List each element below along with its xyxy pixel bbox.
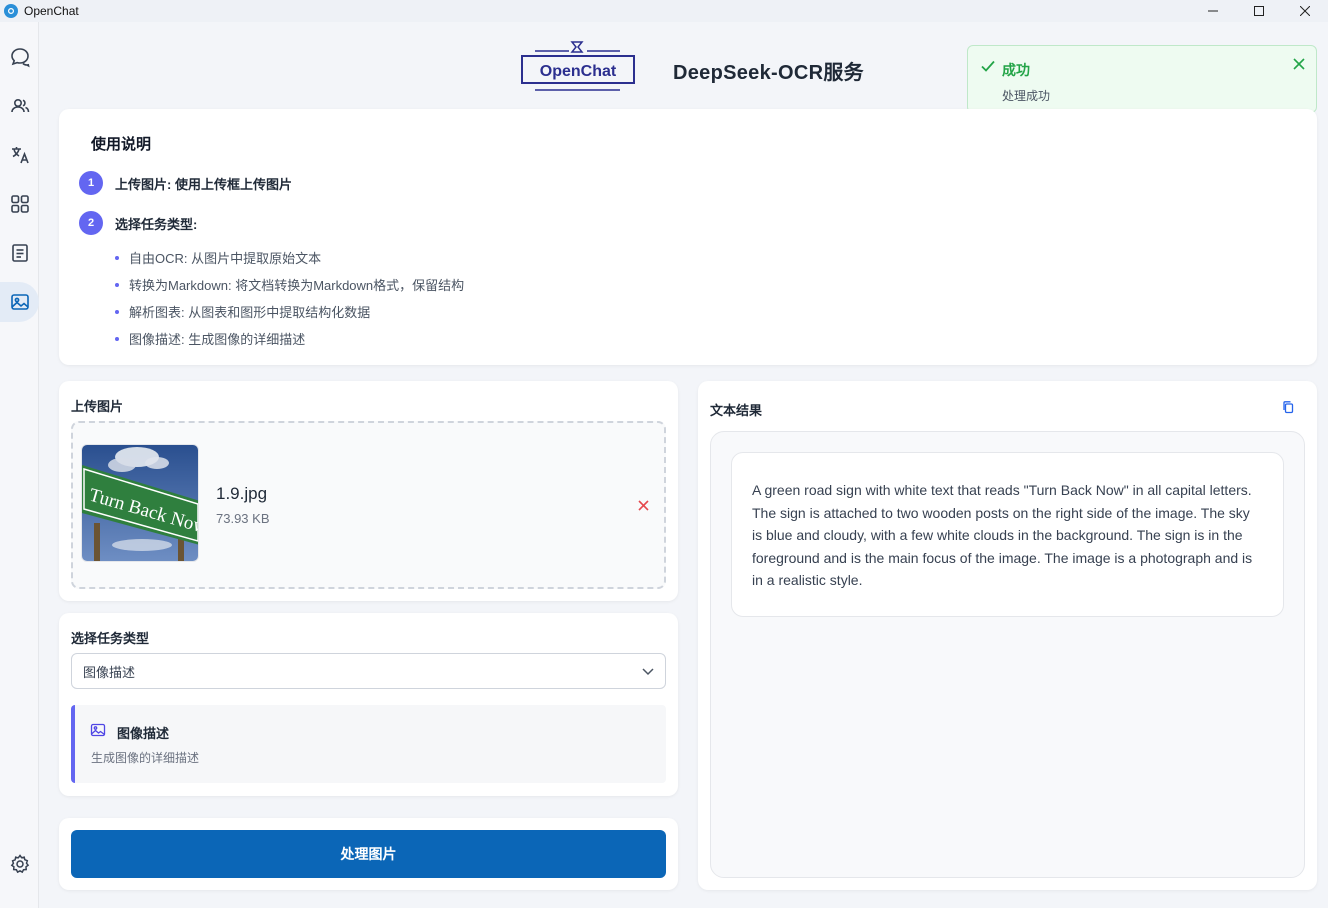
sidebar-item-chat[interactable]: [0, 37, 39, 77]
sidebar-item-apps[interactable]: [0, 184, 39, 224]
window-title: OpenChat: [24, 4, 79, 18]
list-item: 自由OCR: 从图片中提取原始文本: [115, 244, 464, 271]
upload-label: 上传图片: [71, 399, 124, 414]
file-size: 73.93 KB: [216, 511, 270, 526]
step-item: 2 选择任务类型:: [79, 211, 197, 235]
document-icon: [11, 244, 28, 262]
copy-icon[interactable]: [1281, 400, 1295, 414]
image-thumbnail: Turn Back Now: [81, 444, 199, 562]
apps-grid-icon: [10, 195, 29, 213]
chat-icon: [10, 48, 30, 68]
process-image-button[interactable]: 处理图片: [71, 830, 666, 878]
step-text: 上传图片: 使用上传框上传图片: [115, 176, 292, 192]
openchat-logo: OpenChat: [521, 41, 635, 91]
app-logo-icon: [4, 4, 18, 18]
sidebar: [0, 22, 39, 908]
result-label: 文本结果: [710, 403, 763, 418]
step-number: 1: [79, 171, 103, 195]
translate-icon: [11, 147, 29, 164]
task-description-box: 图像描述 生成图像的详细描述: [71, 705, 666, 783]
page-title: DeepSeek-OCR服务: [673, 62, 864, 84]
check-icon: [981, 60, 995, 72]
result-card: 文本结果 A green road sign with white text t…: [698, 381, 1317, 890]
sidebar-item-image-ocr[interactable]: [0, 282, 39, 322]
success-toast: 成功 处理成功: [967, 45, 1317, 113]
process-card: 处理图片: [59, 818, 678, 890]
sidebar-item-documents[interactable]: [0, 233, 39, 273]
list-item: 解析图表: 从图表和图形中提取结构化数据: [115, 298, 464, 325]
users-icon: [10, 99, 29, 113]
settings-icon: [10, 854, 29, 874]
task-type-label: 选择任务类型: [71, 631, 150, 646]
result-text[interactable]: A green road sign with white text that r…: [731, 452, 1284, 617]
instructions-heading: 使用说明: [91, 136, 152, 153]
image-icon: [10, 294, 29, 310]
maximize-button[interactable]: [1236, 0, 1282, 22]
sidebar-item-users[interactable]: [0, 86, 39, 126]
close-window-button[interactable]: [1282, 0, 1328, 22]
toast-title: 成功: [1002, 62, 1030, 78]
close-icon: [637, 499, 649, 511]
step-item: 1 上传图片: 使用上传框上传图片: [79, 171, 292, 195]
step-text: 选择任务类型:: [115, 216, 198, 232]
step-number: 2: [79, 211, 103, 235]
task-type-list: 自由OCR: 从图片中提取原始文本 转换为Markdown: 将文档转换为Mar…: [115, 244, 464, 352]
remove-file-button[interactable]: [635, 497, 651, 513]
task-type-selected: 图像描述: [83, 664, 136, 680]
sidebar-item-settings[interactable]: [0, 844, 39, 884]
minimize-button[interactable]: [1190, 0, 1236, 22]
task-description-title: 图像描述: [117, 726, 170, 741]
upload-card: 上传图片 Turn Back Now 1.9.jpg 73.93 KB: [59, 381, 678, 601]
chevron-down-icon: [642, 668, 654, 676]
list-item: 图像描述: 生成图像的详细描述: [115, 325, 464, 352]
close-icon[interactable]: [1292, 57, 1306, 71]
task-description-text: 生成图像的详细描述: [91, 751, 200, 765]
upload-dropzone[interactable]: Turn Back Now 1.9.jpg 73.93 KB: [71, 421, 666, 589]
instructions-card: 使用说明 1 上传图片: 使用上传框上传图片 2 选择任务类型: 自由OCR: …: [59, 109, 1317, 365]
file-name: 1.9.jpg: [216, 484, 268, 503]
toast-message: 处理成功: [1002, 89, 1051, 103]
logo-text: OpenChat: [540, 63, 617, 80]
title-bar: OpenChat: [0, 0, 1328, 22]
list-item: 转换为Markdown: 将文档转换为Markdown格式，保留结构: [115, 271, 464, 298]
image-icon: [90, 723, 106, 737]
sidebar-item-translate[interactable]: [0, 135, 39, 175]
task-type-card: 选择任务类型 图像描述 图像描述 生成图像的详细描述: [59, 613, 678, 796]
task-type-select[interactable]: 图像描述: [71, 653, 666, 689]
result-container: A green road sign with white text that r…: [710, 431, 1305, 878]
